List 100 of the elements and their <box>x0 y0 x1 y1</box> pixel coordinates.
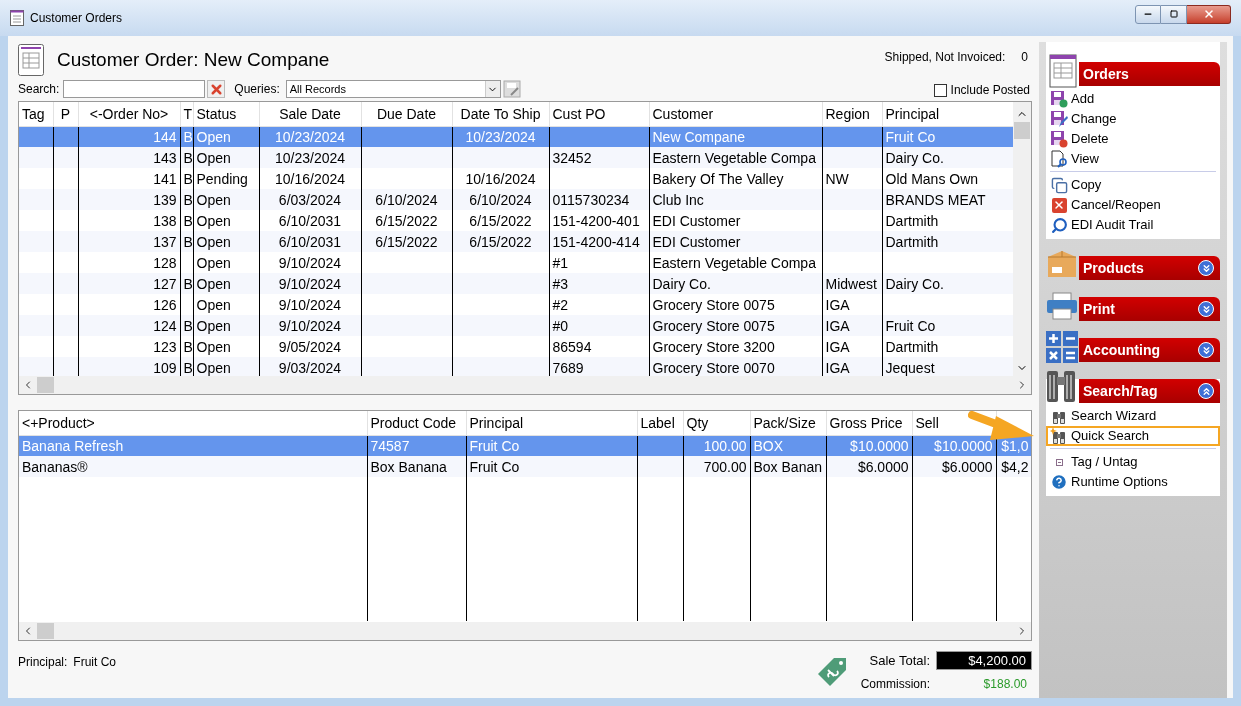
price-tag-icon <box>816 657 847 687</box>
table-cell: 100.00 <box>703 437 747 454</box>
table-cell: Jequest <box>885 359 935 376</box>
table-cell: Dairy Co. <box>885 275 944 292</box>
sidebar-item[interactable]: Quick Search <box>1046 426 1220 446</box>
column-header[interactable]: Label <box>640 414 675 431</box>
column-header[interactable]: Status <box>196 105 237 122</box>
table-row[interactable]: 128 Open 9/10/2024 #1 Eastern Vegetable Compa <box>19 252 1013 273</box>
column-header[interactable]: <+Product> <box>22 414 95 431</box>
table-cell: B <box>183 359 192 376</box>
table-cell: 6/10/2024 <box>375 191 438 208</box>
table-row[interactable]: 126 Open 9/10/2024 #2 Grocery Store 0075 IGA <box>19 294 1013 315</box>
table-cell: B <box>183 338 192 355</box>
table-cell: Fruit Co <box>469 437 520 454</box>
table-cell: 6/10/2031 <box>278 233 342 250</box>
table-row[interactable]: 123 B Open 9/05/2024 86594 Grocery Store 3200 IGA Dartmith <box>19 336 1013 357</box>
column-header[interactable]: Sale Date <box>279 105 341 122</box>
sparkle-binoculars-icon <box>1050 427 1068 445</box>
table-row[interactable]: 143 B Open 10/23/2024 32452 Eastern Vegetable Compa Dairy Co. <box>19 147 1013 168</box>
table-cell: #3 <box>552 275 569 292</box>
table-cell: 32452 <box>552 149 592 166</box>
column-header[interactable]: Cust PO <box>552 105 606 122</box>
queries-dropdown[interactable]: All Records <box>285 80 501 98</box>
expand-icon[interactable] <box>1198 260 1214 276</box>
sidebar-item[interactable]: Copy <box>1046 175 1220 195</box>
column-header[interactable]: Principal <box>885 105 940 122</box>
table-cell: $4,2 <box>1001 458 1029 475</box>
table-row[interactable]: 137 B Open 6/10/2031 6/15/2022 6/15/2022 151-4200-414 EDI Customer Dartmith <box>19 231 1013 252</box>
scroll-thumb[interactable] <box>37 623 54 639</box>
table-cell: 151-4200-414 <box>552 233 640 250</box>
sidebar-item[interactable]: View <box>1046 149 1220 169</box>
column-header[interactable]: Qty <box>686 414 709 431</box>
table-cell: 124 <box>153 317 177 334</box>
column-header[interactable]: Gross Price <box>829 414 903 431</box>
column-header[interactable]: <-Order No> <box>89 105 169 122</box>
section-header[interactable]: Print <box>1079 297 1220 321</box>
table-cell: 143 <box>153 149 177 166</box>
table-row[interactable]: 139 B Open 6/03/2024 6/10/2024 6/10/2024 0115730234 Club Inc BRANDS MEAT <box>19 189 1013 210</box>
table-cell: Bananas® <box>22 458 88 475</box>
sidebar-item[interactable]: Tag / Untag <box>1046 452 1220 472</box>
table-cell: 10/23/2024 <box>465 128 536 145</box>
table-cell: 6/10/2031 <box>278 212 342 229</box>
column-header[interactable]: Pack/Size <box>753 414 816 431</box>
table-cell: IGA <box>825 317 850 334</box>
sidebar-item[interactable]: Add <box>1046 89 1220 109</box>
search-field[interactable] <box>63 80 206 98</box>
table-cell: B <box>183 275 192 292</box>
column-header[interactable]: Principal <box>469 414 524 431</box>
horizontal-scrollbar[interactable] <box>19 622 1031 640</box>
sidebar-item[interactable]: Cancel/Reopen <box>1046 195 1220 215</box>
section-header[interactable]: Products <box>1079 256 1220 280</box>
table-row[interactable]: 124 B Open 9/10/2024 #0 Grocery Store 0075 IGA Fruit Co <box>19 315 1013 336</box>
collapse-icon[interactable] <box>1198 383 1214 399</box>
expand-icon[interactable] <box>1198 342 1214 358</box>
vertical-scrollbar[interactable] <box>1013 102 1031 376</box>
sidebar-item[interactable]: Runtime Options <box>1046 472 1220 492</box>
table-row[interactable]: Bananas® Box Banana Fruit Co 700.00 Box Banan $6.0000 $6.0000 $4,2 <box>19 456 1031 477</box>
shipped-label: Shipped, Not Invoiced: <box>884 49 1006 66</box>
include-posted-checkbox[interactable]: Include Posted <box>933 81 1030 99</box>
section-header[interactable]: Search/Tag <box>1079 379 1220 403</box>
table-cell: 10/23/2024 <box>274 128 346 145</box>
table-cell: Dairy Co. <box>652 275 711 292</box>
column-header[interactable]: Tag <box>22 105 45 122</box>
sidebar-item[interactable]: EDI Audit Trail <box>1046 215 1220 235</box>
expand-icon[interactable] <box>1198 301 1214 317</box>
save-query-icon[interactable] <box>502 80 521 98</box>
horizontal-scrollbar[interactable] <box>19 376 1031 394</box>
table-cell: Banana Refresh <box>22 437 124 454</box>
table-row[interactable]: 141 B Pending 10/16/2024 10/16/2024 Bakery Of The Valley NW Old Mans Own <box>19 168 1013 189</box>
clear-button[interactable] <box>207 80 226 98</box>
close-icon <box>1051 197 1067 213</box>
section-header[interactable]: Accounting <box>1079 338 1220 362</box>
table-cell: 137 <box>153 233 177 250</box>
minimize-button[interactable] <box>1135 4 1161 24</box>
sidebar-item[interactable]: Change <box>1046 109 1220 129</box>
table-cell: Open <box>196 212 231 229</box>
table-cell: 128 <box>153 254 177 271</box>
table-row[interactable]: 109 B Open 9/03/2024 7689 Grocery Store 0070 IGA Jequest <box>19 357 1013 376</box>
scroll-thumb[interactable] <box>1014 122 1030 139</box>
maximize-button[interactable] <box>1161 4 1187 24</box>
section-header[interactable]: Orders <box>1079 62 1220 86</box>
queries-label: Queries: <box>234 81 280 98</box>
column-header[interactable]: Due Date <box>376 105 437 122</box>
table-cell: 138 <box>153 212 177 229</box>
column-header[interactable]: Product Code <box>370 414 457 431</box>
column-header[interactable]: T <box>183 105 192 122</box>
column-header[interactable]: Region <box>825 105 870 122</box>
table-row[interactable]: 138 B Open 6/10/2031 6/15/2022 6/15/2022 151-4200-401 EDI Customer Dartmith <box>19 210 1013 231</box>
close-button[interactable] <box>1187 4 1231 24</box>
table-row[interactable]: 127 B Open 9/10/2024 #3 Dairy Co. Midwest Dairy Co. <box>19 273 1013 294</box>
document-magnifier-icon <box>1050 150 1068 168</box>
column-header[interactable]: Sell <box>915 414 939 431</box>
printer-icon <box>1046 292 1078 320</box>
column-header[interactable]: Customer <box>652 105 714 122</box>
sidebar-item[interactable]: Search Wizard <box>1046 406 1220 426</box>
sidebar-item[interactable]: Delete <box>1046 129 1220 149</box>
column-header[interactable]: P <box>60 105 71 122</box>
scroll-thumb[interactable] <box>37 377 54 393</box>
column-header[interactable]: Date To Ship <box>460 105 541 122</box>
table-cell: Grocery Store 0070 <box>652 359 775 376</box>
